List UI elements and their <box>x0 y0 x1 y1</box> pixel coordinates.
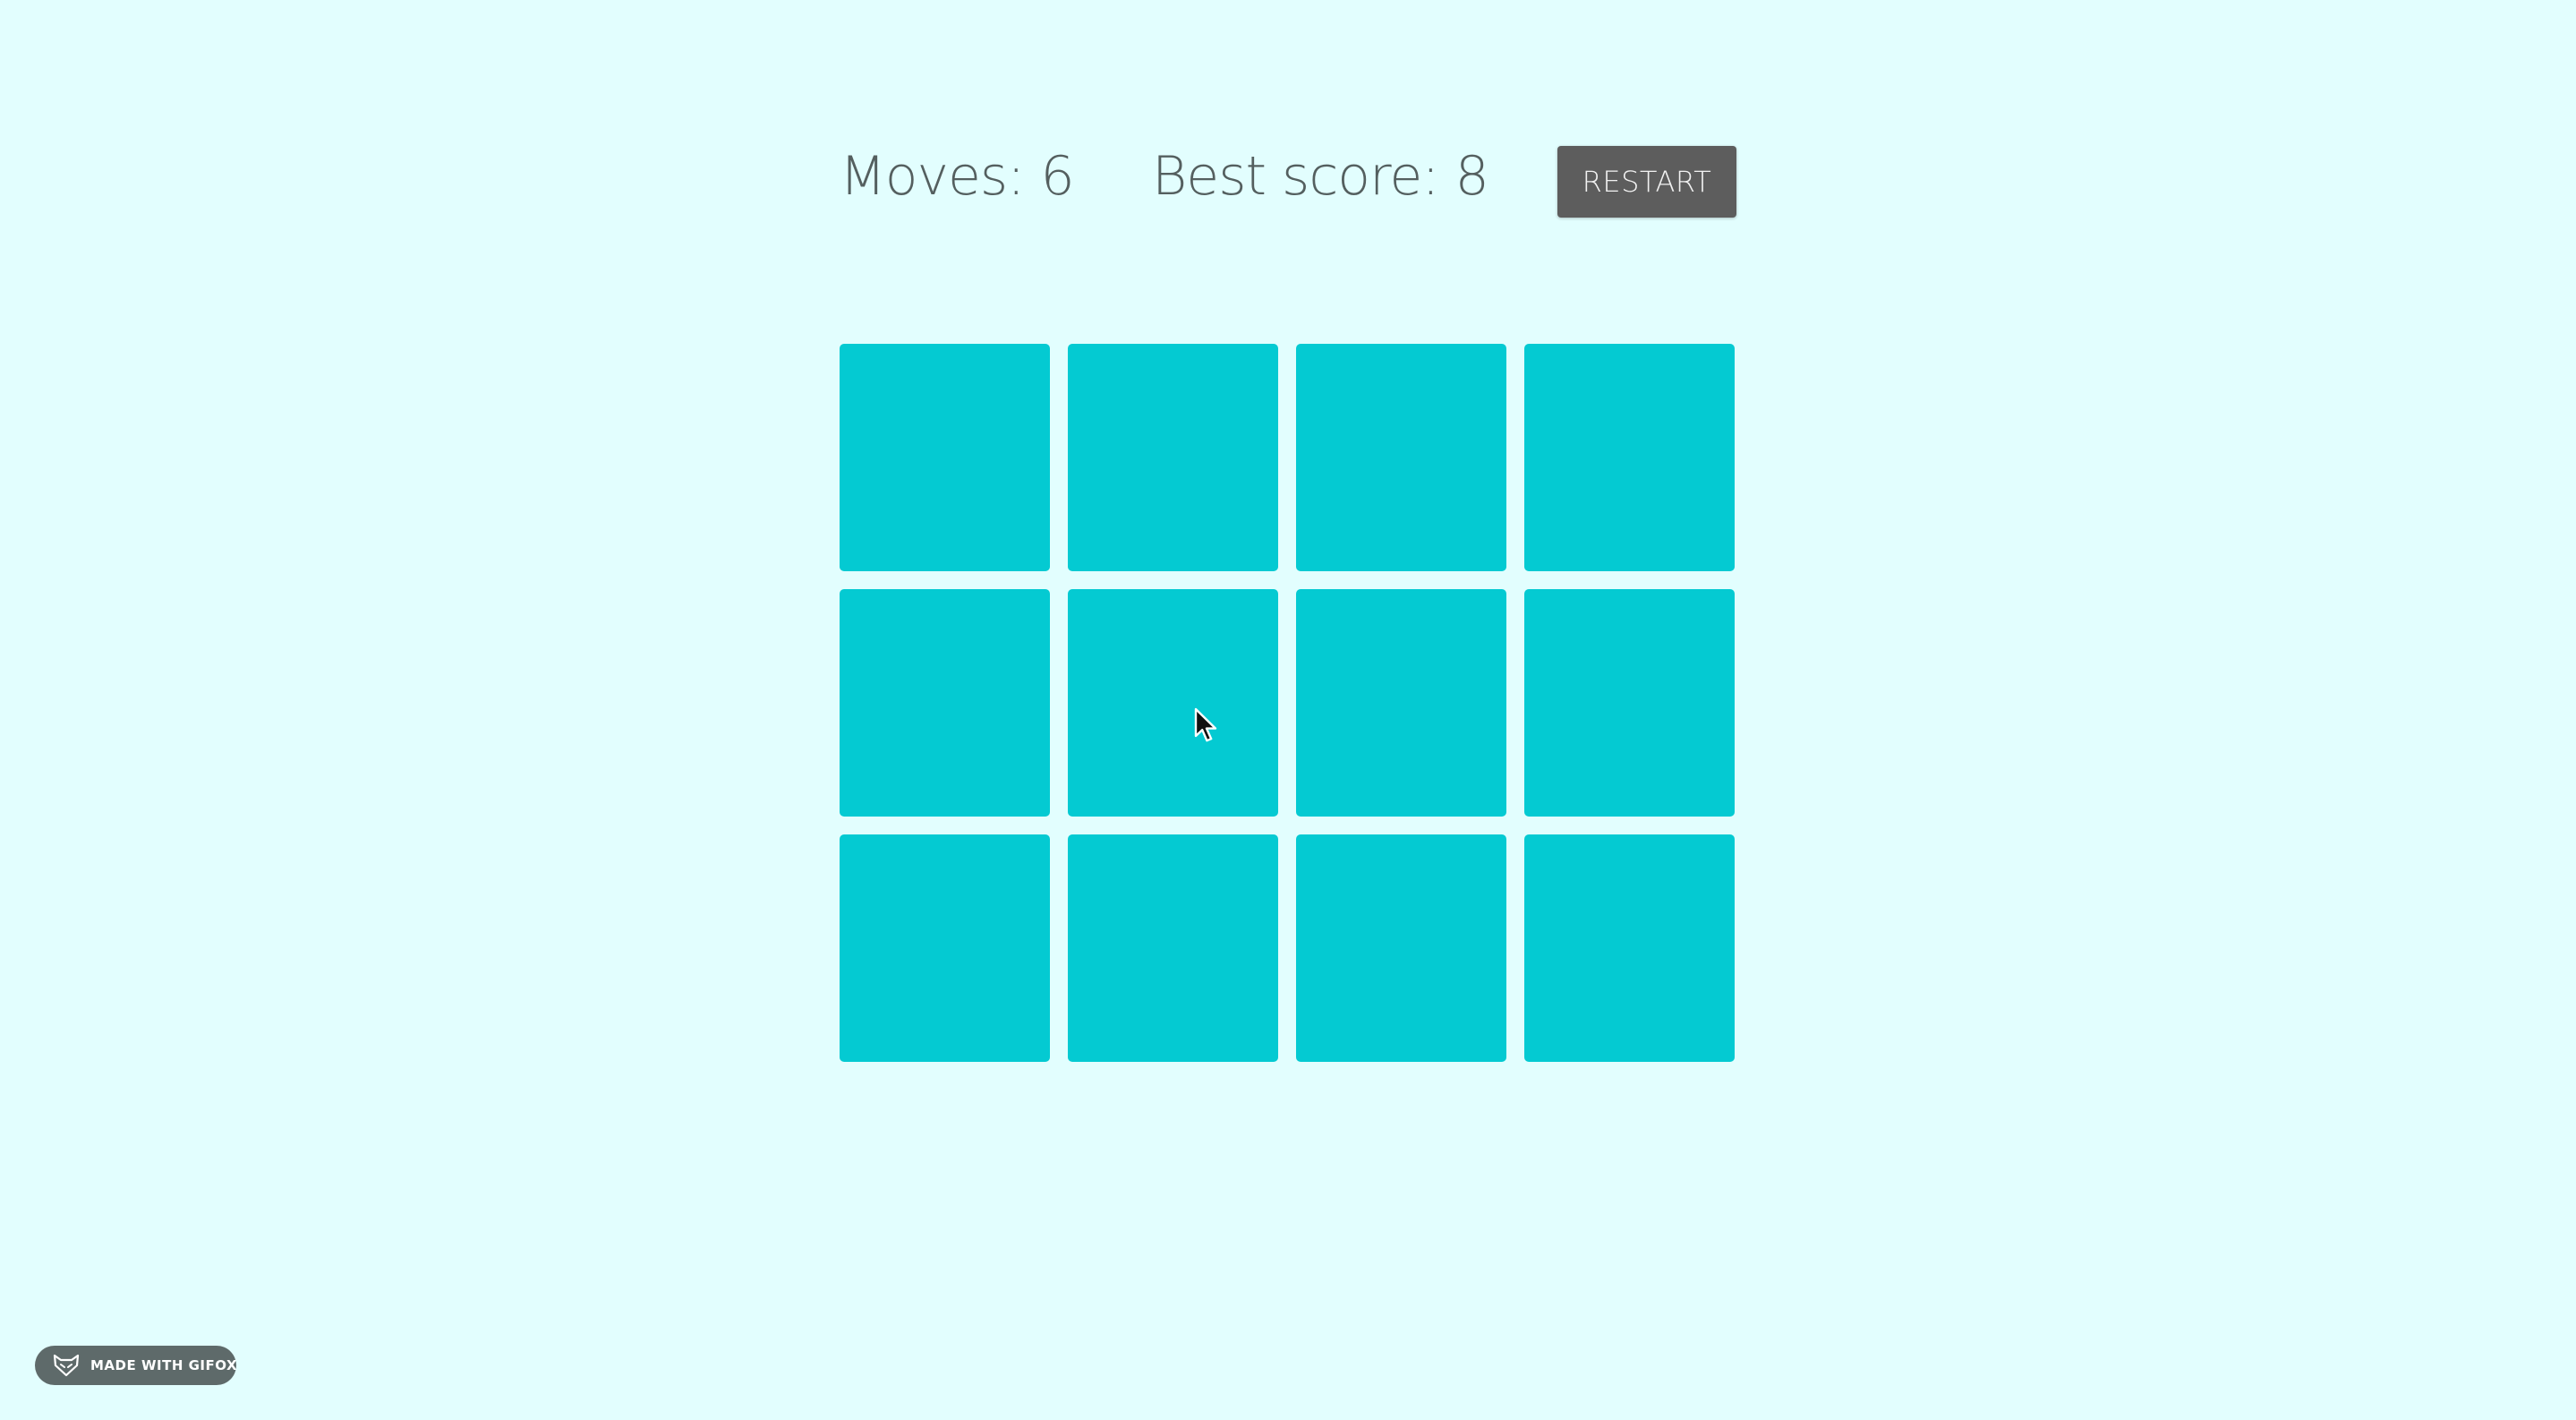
moves-counter: Moves: 6 <box>840 145 1075 208</box>
card[interactable] <box>1296 589 1506 817</box>
restart-button[interactable]: RESTART <box>1557 146 1736 218</box>
card[interactable] <box>1524 834 1735 1062</box>
card[interactable] <box>1296 344 1506 571</box>
card[interactable] <box>1524 344 1735 571</box>
fox-icon <box>53 1354 80 1377</box>
watermark-label: MADE WITH GIFOX <box>90 1357 238 1373</box>
card[interactable] <box>1068 344 1278 571</box>
card[interactable] <box>1524 589 1735 817</box>
card[interactable] <box>840 589 1050 817</box>
made-with-gifox-badge[interactable]: MADE WITH GIFOX <box>35 1346 238 1385</box>
card[interactable] <box>1296 834 1506 1062</box>
card[interactable] <box>1068 834 1278 1062</box>
card[interactable] <box>1068 589 1278 817</box>
card[interactable] <box>840 344 1050 571</box>
card[interactable] <box>840 834 1050 1062</box>
best-score: Best score: 8 <box>1152 145 1489 208</box>
scoreboard: Moves: 6 Best score: 8 RESTART <box>840 146 1737 218</box>
card-grid <box>840 344 1738 1062</box>
